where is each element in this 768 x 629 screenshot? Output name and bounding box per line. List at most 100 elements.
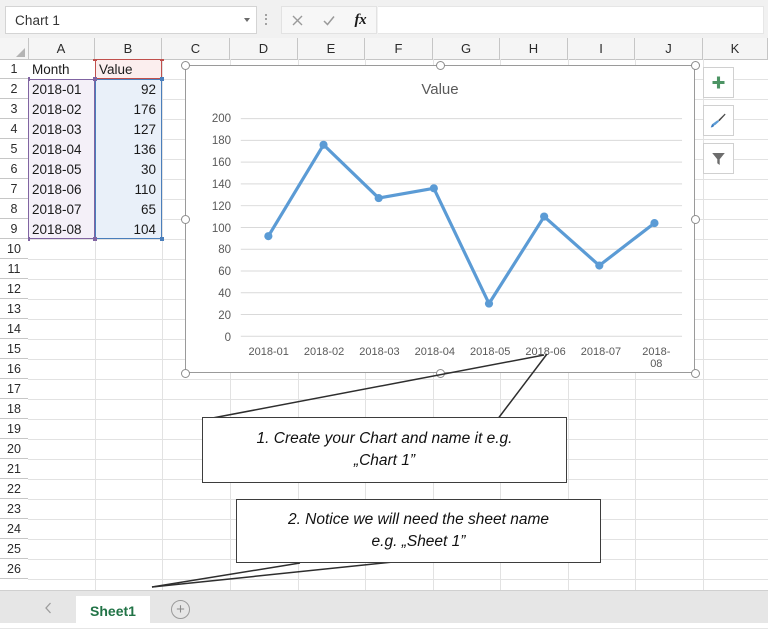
row-header-9[interactable]: 9 <box>0 219 28 239</box>
row-header-18[interactable]: 18 <box>0 399 28 419</box>
gridline-horizontal <box>28 579 768 580</box>
chevron-left-icon[interactable] <box>44 601 53 619</box>
row-header-13[interactable]: 13 <box>0 299 28 319</box>
check-icon[interactable] <box>313 7 344 33</box>
fx-icon[interactable]: fx <box>345 7 376 33</box>
chart-x-tick: 2018-04 <box>414 346 455 358</box>
chart-data-point <box>650 219 659 228</box>
name-box[interactable]: Chart 1 <box>5 6 257 34</box>
column-header-b[interactable]: B <box>95 38 162 59</box>
chart-x-tick: 2018-06 <box>525 346 566 358</box>
chart-resize-handle[interactable] <box>180 60 190 70</box>
row-header-1[interactable]: 1 <box>0 59 28 79</box>
row-header-24[interactable]: 24 <box>0 519 28 539</box>
row-header-6[interactable]: 6 <box>0 159 28 179</box>
plus-circle-icon[interactable]: + <box>171 600 190 619</box>
chart-side-buttons <box>703 67 737 181</box>
row-header-11[interactable]: 11 <box>0 259 28 279</box>
range-handle[interactable] <box>93 77 97 81</box>
chart-data-point <box>540 212 549 221</box>
range-outline-month[interactable] <box>28 79 95 239</box>
row-header-4[interactable]: 4 <box>0 119 28 139</box>
chart-object[interactable]: Value 0 20 40 60 80 100 120 140 160 180 200 2018-0… <box>185 65 695 373</box>
chart-styles-button[interactable] <box>703 105 734 136</box>
row-header-23[interactable]: 23 <box>0 499 28 519</box>
chart-series-line <box>266 143 657 306</box>
chart-y-tick: 200 <box>211 113 231 125</box>
column-header-g[interactable]: G <box>433 38 500 59</box>
column-header-f[interactable]: F <box>365 38 433 59</box>
chart-y-tick: 80 <box>218 244 231 257</box>
column-headers: ABCDEFGHIJK <box>0 38 768 60</box>
range-handle[interactable] <box>28 237 30 241</box>
row-header-21[interactable]: 21 <box>0 459 28 479</box>
range-handle[interactable] <box>160 237 164 241</box>
row-header-26[interactable]: 26 <box>0 559 28 579</box>
chart-resize-handle[interactable] <box>180 214 190 224</box>
row-header-22[interactable]: 22 <box>0 479 28 499</box>
chart-filters-button[interactable] <box>703 143 734 174</box>
chart-resize-handle[interactable] <box>180 368 190 378</box>
row-header-16[interactable]: 16 <box>0 359 28 379</box>
range-handle[interactable] <box>160 59 164 61</box>
chart-y-tick: 180 <box>211 134 231 147</box>
column-header-i[interactable]: I <box>568 38 635 59</box>
range-handle[interactable] <box>160 77 164 81</box>
chart-resize-handle[interactable] <box>435 60 445 70</box>
row-header-14[interactable]: 14 <box>0 319 28 339</box>
row-header-15[interactable]: 15 <box>0 339 28 359</box>
chart-resize-handle[interactable] <box>690 60 700 70</box>
column-header-c[interactable]: C <box>162 38 230 59</box>
chart-x-tick: 2018-08 <box>642 346 671 370</box>
callout-1: 1. Create your Chart and name it e.g. „C… <box>202 417 567 483</box>
excel-window: Chart 1 fx ABCDEFGHIJK 1 2 3 4 5 6 7 8 9 10 11 12 13… <box>0 0 768 629</box>
chart-resize-handle[interactable] <box>690 214 700 224</box>
column-header-k[interactable]: K <box>703 38 768 59</box>
close-icon[interactable] <box>282 7 313 33</box>
chart-data-point <box>595 261 604 270</box>
namebox-resize-grip[interactable] <box>261 10 271 28</box>
chart-y-tick: 100 <box>211 222 231 235</box>
column-header-h[interactable]: H <box>500 38 568 59</box>
chevron-down-icon[interactable] <box>238 8 256 32</box>
range-handle[interactable] <box>93 237 97 241</box>
chart-data-point <box>374 193 383 203</box>
name-box-value: Chart 1 <box>15 12 60 28</box>
cell-a1[interactable]: Month <box>28 59 95 79</box>
row-header-17[interactable]: 17 <box>0 379 28 399</box>
row-header-20[interactable]: 20 <box>0 439 28 459</box>
callout-1-line-1: 1. Create your Chart and name it e.g. <box>256 429 513 447</box>
row-header-10[interactable]: 10 <box>0 239 28 259</box>
range-handle[interactable] <box>28 77 30 81</box>
column-header-e[interactable]: E <box>298 38 365 59</box>
row-header-25[interactable]: 25 <box>0 539 28 559</box>
column-header-a[interactable]: A <box>28 38 95 59</box>
row-header-8[interactable]: 8 <box>0 199 28 219</box>
column-header-j[interactable]: J <box>635 38 703 59</box>
range-outline-value-header[interactable] <box>95 59 162 79</box>
formula-buttons: fx <box>281 6 377 34</box>
chart-resize-handle[interactable] <box>690 368 700 378</box>
range-handle[interactable] <box>93 59 97 61</box>
chart-elements-button[interactable] <box>703 67 734 98</box>
row-header-3[interactable]: 3 <box>0 99 28 119</box>
chart-resize-handle[interactable] <box>435 368 445 378</box>
row-header-7[interactable]: 7 <box>0 179 28 199</box>
chart-data-point <box>264 232 273 241</box>
range-outline-value[interactable] <box>95 79 162 239</box>
select-all-corner[interactable] <box>0 38 29 59</box>
callout-2-line-1: 2. Notice we will need the sheet name <box>287 510 550 528</box>
plus-icon <box>712 76 725 89</box>
chart-y-tick: 40 <box>218 288 231 301</box>
chart-data-point <box>319 140 328 149</box>
formula-bar: Chart 1 fx <box>0 0 768 38</box>
column-header-d[interactable]: D <box>230 38 298 59</box>
callout-2-line-2: e.g. „Sheet 1” <box>371 533 466 550</box>
chart-data-point <box>484 299 494 308</box>
formula-input[interactable] <box>378 6 764 34</box>
chart-plot-area <box>240 118 683 337</box>
row-header-5[interactable]: 5 <box>0 139 28 159</box>
row-header-19[interactable]: 19 <box>0 419 28 439</box>
row-header-2[interactable]: 2 <box>0 79 28 99</box>
row-header-12[interactable]: 12 <box>0 279 28 299</box>
